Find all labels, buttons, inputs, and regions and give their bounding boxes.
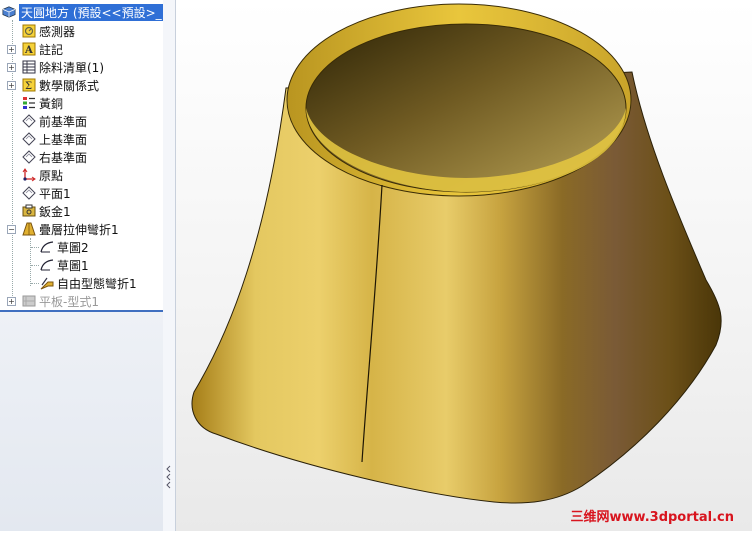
tree-item-label: 感測器 — [39, 24, 76, 39]
tree-item-label: 草圖1 — [57, 258, 89, 273]
tree-item-label: 平板-型式1 — [39, 294, 99, 309]
tree-guide-line — [31, 283, 39, 284]
expand-toggle[interactable]: + — [7, 45, 16, 54]
tree-item-label: 自由型態彎折1 — [57, 276, 137, 291]
watermark-text: 三维网www.3dportal.cn — [570, 510, 734, 525]
splitter-grip-icon[interactable] — [165, 464, 172, 492]
tree-item-origin[interactable]: 原點 — [22, 166, 63, 184]
tree-item-label: 黃銅 — [39, 96, 64, 111]
tree-item-annotations[interactable]: A 註記 — [22, 40, 63, 58]
tree-item-cut-list[interactable]: 除料清單(1) — [22, 58, 104, 76]
sketched-bend-icon — [40, 276, 54, 290]
sheet-metal-icon — [22, 204, 36, 218]
tree-guide-line — [31, 247, 39, 248]
graphics-viewport[interactable]: 三维网www.3dportal.cn — [176, 0, 752, 531]
part-icon — [2, 5, 16, 19]
tree-item-flat-pattern[interactable]: 平板-型式1 — [22, 292, 99, 310]
tree-item-sensors[interactable]: 感測器 — [22, 22, 75, 40]
tree-guide-line — [31, 265, 39, 266]
tree-item-label: 疊層拉伸彎折1 — [39, 222, 119, 237]
flat-pattern-icon — [22, 294, 36, 308]
tree-item-sheet-metal[interactable]: 鈑金1 — [22, 202, 71, 220]
tree-item-label: 上基準面 — [39, 132, 88, 147]
plane-icon — [22, 114, 36, 128]
tree-item-sketch1[interactable]: 草圖1 — [40, 256, 89, 274]
plane-icon — [22, 150, 36, 164]
feature-manager-tree: 天圓地方 (預設<<預設>_ 感測器 + A 註記 + 除料清單(1) + Σ … — [0, 0, 164, 531]
tree-item-label: 草圖2 — [57, 240, 89, 255]
tree-item-top-plane[interactable]: 上基準面 — [22, 130, 87, 148]
svg-text:A: A — [24, 45, 33, 56]
tree-item-plane1[interactable]: 平面1 — [22, 184, 71, 202]
material-icon — [22, 96, 36, 110]
lofted-part-model[interactable] — [176, 0, 752, 531]
tree-item-right-plane[interactable]: 右基準面 — [22, 148, 87, 166]
lofted-bend-icon — [22, 222, 36, 236]
expand-toggle[interactable]: + — [7, 297, 16, 306]
sketch-icon — [40, 258, 54, 272]
plane-icon — [22, 186, 36, 200]
tree-empty-area — [0, 312, 163, 531]
tree-item-equations[interactable]: Σ 數學關係式 — [22, 76, 99, 94]
tree-item-label: 除料清單(1) — [39, 60, 104, 75]
tree-item-label: 前基準面 — [39, 114, 88, 129]
tree-item-sketched-bend[interactable]: 自由型態彎折1 — [40, 274, 137, 292]
tree-item-label: 數學關係式 — [39, 78, 100, 93]
sketch-icon — [40, 240, 54, 254]
tree-item-label: 右基準面 — [39, 150, 88, 165]
sensor-icon — [22, 24, 36, 38]
tree-item-material[interactable]: 黃銅 — [22, 94, 63, 112]
tree-item-label: 鈑金1 — [39, 204, 71, 219]
panel-splitter[interactable] — [163, 0, 176, 531]
plane-icon — [22, 132, 36, 146]
expand-toggle[interactable]: + — [7, 81, 16, 90]
root-label: 天圓地方 (預設<<預設>_ — [19, 3, 163, 21]
tree-item-front-plane[interactable]: 前基準面 — [22, 112, 87, 130]
equation-icon: Σ — [22, 78, 36, 92]
tree-guide-line — [30, 238, 31, 286]
tree-item-sketch2[interactable]: 草圖2 — [40, 238, 89, 256]
svg-text:Σ: Σ — [25, 81, 32, 92]
tree-item-label: 原點 — [39, 168, 64, 183]
collapse-toggle[interactable]: − — [7, 225, 16, 234]
tree-root-part[interactable]: 天圓地方 (預設<<預設>_ — [2, 3, 163, 21]
tree-item-label: 平面1 — [39, 186, 71, 201]
tree-item-lofted-bend[interactable]: 疊層拉伸彎折1 — [22, 220, 119, 238]
annotation-icon: A — [22, 42, 36, 56]
tree-item-label: 註記 — [39, 42, 64, 57]
origin-icon — [22, 168, 36, 182]
cut-list-icon — [22, 60, 36, 74]
expand-toggle[interactable]: + — [7, 63, 16, 72]
